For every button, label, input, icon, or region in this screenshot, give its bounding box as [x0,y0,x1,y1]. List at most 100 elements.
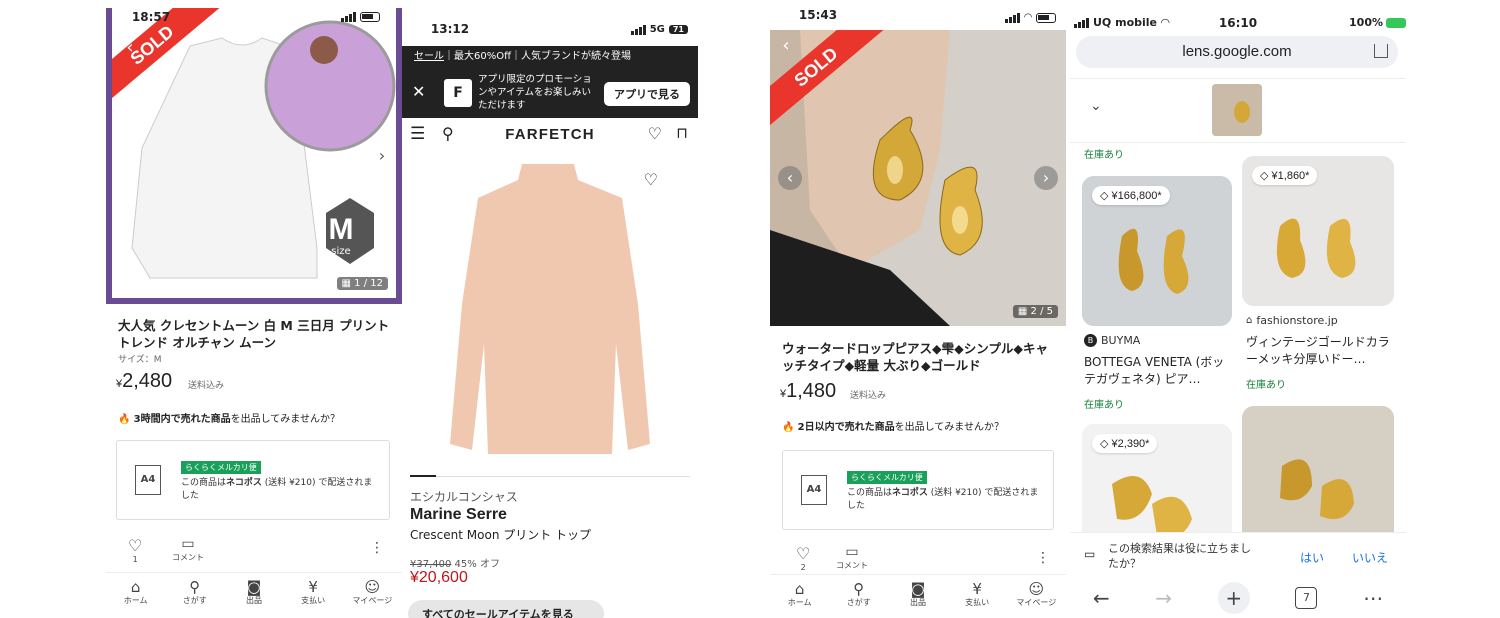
bag-icon[interactable]: ⊓ [676,124,688,142]
flame-icon: 🔥 [782,422,795,433]
comment-label: コメント [172,553,204,562]
feedback-question: この検索結果は役に立ちましたか？ [1108,542,1251,570]
app-promo-text: アプリ限定のプロモーションやアイテムをお楽しみいただけます [478,74,592,111]
url-text: lens.google.com [1182,43,1292,60]
tab-mypage[interactable]: ☺ マイページ [1007,581,1065,608]
tab-search[interactable]: ⚲ さがす [830,581,888,608]
comment-button[interactable]: ▭ コメント [836,544,868,571]
back-icon[interactable]: ← [1093,586,1110,610]
tab-sell[interactable]: ◙ 出品 [889,581,947,608]
more-menu-icon[interactable]: ⋮ [370,540,384,556]
close-icon[interactable]: ✕ [412,82,425,101]
tag-icon: ◇ [1100,190,1109,202]
forward-icon[interactable]: → [1155,586,1172,610]
rakuraku-badge: らくらくメルカリ便 [181,461,261,474]
price-tag: ◇ ¥1,860* [1252,166,1318,185]
result-price-1: ¥166,800* [1111,190,1162,202]
battery-icon: 71 [668,25,688,34]
address-bar[interactable]: lens.google.com [1076,36,1398,68]
result-card-2[interactable]: ◇ ¥1,860* [1242,156,1394,306]
tab-pay[interactable]: ¥ 支払い [284,579,342,606]
battery-icon [360,12,380,22]
signal-icon [1005,12,1021,23]
status-icons: 5G 71 [630,24,688,35]
sale-price: ¥20,600 [410,569,468,586]
product-price: ¥2,480 [116,370,172,393]
like-button[interactable]: ♡ 1 [128,536,142,564]
feedback-no-button[interactable]: いいえ [1352,549,1388,566]
comment-button[interactable]: ▭ コメント [172,536,204,563]
tab-search[interactable]: ⚲ さがす [166,579,224,606]
tag-icon: ◇ [1260,170,1269,182]
tab-count: 7 [1302,591,1310,604]
buyma-icon: B [1084,334,1097,347]
more-icon[interactable]: ⋯ [1363,586,1383,610]
result-card-4[interactable] [1242,406,1394,546]
sell-promo[interactable]: 🔥 3時間内で売れた商品を出品してみませんか？ [118,410,340,425]
tabs-button[interactable]: 7 [1295,587,1318,609]
camera-icon: ◙ [910,580,926,598]
site-name-2: fashionstore.jp [1256,314,1338,327]
next-image-arrow[interactable]: › [1034,166,1058,190]
tab-home[interactable]: ⌂ ホーム [771,581,829,608]
status-bar: 18:57 [106,6,402,28]
prev-image-arrow[interactable]: ‹ [778,166,802,190]
open-app-button[interactable]: アプリで見る [604,82,690,106]
shipping-method: ネコポス [226,478,262,488]
size-badge: M size [318,213,364,258]
tab-sell[interactable]: ◙ 出品 [225,579,283,606]
view-all-sale-button[interactable]: すべてのセールアイテムを見る [408,600,604,618]
product-image[interactable]: SOLD ‹ ‹ › ▦ 2 / 5 [770,30,1066,326]
mercari-top-screen: SOLD M size › ‹ ▦ 1 / 12 18:57 大人気 クレセント… [106,0,402,618]
new-tab-icon[interactable]: + [1217,582,1250,614]
battery-percent: 100% [1349,16,1383,29]
sell-promo[interactable]: 🔥 2日以内で売れた商品を出品してみませんか？ [782,418,1004,433]
result-site-2: ⌂ fashionstore.jp [1246,314,1338,327]
more-menu-icon[interactable]: ⋮ [1036,550,1050,566]
site-name-1: BUYMA [1101,334,1141,347]
person-icon: ☺ [1028,580,1045,598]
share-icon[interactable] [1374,44,1388,58]
tab-sell-label: 出品 [245,596,262,605]
back-arrow-icon[interactable]: ‹ [774,34,798,58]
feedback-yes-button[interactable]: はい [1300,549,1324,566]
result-title-2[interactable]: ヴィンテージゴールドカラーメッキ分厚いドー… [1246,334,1396,368]
result-price-3: ¥2,390* [1111,438,1150,450]
home-icon: ⌂ [130,578,141,596]
query-thumbnail[interactable] [1212,84,1262,136]
product-image[interactable]: ♡ [402,154,698,469]
signal-icon [630,24,646,35]
farfetch-screen: 13:12 5G 71 セール｜最大60%Off｜人気ブランドが続々登場 ✕ F… [402,0,698,618]
next-image-arrow[interactable]: › [370,144,394,168]
sale-banner[interactable]: セール｜最大60%Off｜人気ブランドが続々登場 [402,46,698,68]
like-button[interactable]: ♡ 2 [796,544,810,572]
shipping-box: A4 らくらくメルカリ便 この商品はネコポス (送料 ¥210) で配送されまし… [782,450,1054,530]
result-title-1[interactable]: BOTTEGA VENETA (ボッテガヴェネタ) ピア… [1084,354,1230,388]
sale-link[interactable]: セール [414,51,444,62]
shipping-method: ネコポス [892,488,928,498]
person-icon: ☺ [364,578,381,596]
status-time: 18:57 [131,10,171,24]
result-card-1[interactable]: ◇ ¥166,800* [1082,176,1232,326]
product-brand[interactable]: Marine Serre [410,506,507,524]
result-site-1: B BUYMA [1084,334,1140,347]
back-arrow-icon[interactable]: ‹ [118,36,142,60]
battery-icon [1036,12,1056,23]
size-badge-letter: M [328,213,354,246]
comment-label: コメント [836,561,868,570]
search-icon: ⚲ [853,580,865,598]
tab-pay[interactable]: ¥ 支払い [948,581,1006,608]
result-card-3[interactable]: ◇ ¥2,390* [1082,424,1232,544]
wishlist-icon[interactable]: ♡ [648,124,662,143]
shipping-text: この商品はネコポス (送料 ¥210) で配送されました [181,477,381,503]
tab-mypage[interactable]: ☺ マイページ [343,579,401,606]
product-image[interactable]: SOLD M size › ‹ ▦ 1 / 12 [112,8,396,298]
wishlist-heart-icon[interactable]: ♡ [644,170,658,189]
tab-home[interactable]: ⌂ ホーム [107,579,165,606]
comment-icon: ▭ [845,544,859,560]
tab-bar: ⌂ ホーム ⚲ さがす ◙ 出品 ¥ 支払い ☺ マイページ [106,572,402,606]
wifi-icon: ◠ [1024,12,1032,23]
image-counter-text: 1 / 12 [354,278,383,289]
collapse-chevron-icon[interactable]: ⌄ [1090,98,1102,114]
tab-sell-label: 出品 [909,598,926,607]
